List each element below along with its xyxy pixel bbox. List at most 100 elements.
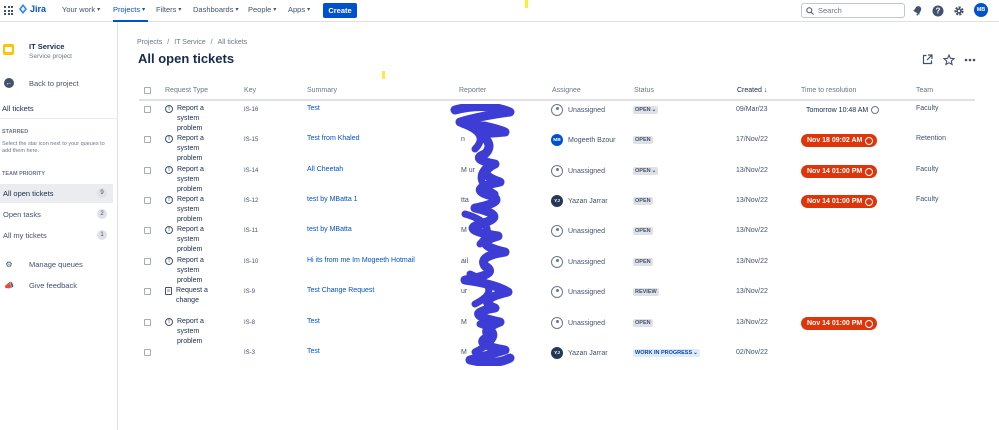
table-row[interactable]: ! Report a system problem IS-16 Test Unassig… <box>139 99 975 132</box>
manage-queues-link[interactable]: ⚙ Manage queues <box>0 257 118 272</box>
issue-key[interactable]: IS-11 <box>244 228 258 234</box>
queue-all-open-tickets[interactable]: All open tickets 9 <box>0 184 113 203</box>
nav-projects[interactable]: Projects ▾ <box>113 5 145 14</box>
queue-open-tasks[interactable]: Open tasks 2 <box>0 205 113 224</box>
assignee[interactable]: YJ Yazan Jarrar <box>551 195 608 207</box>
breadcrumb-projects[interactable]: Projects <box>137 39 162 46</box>
col-status[interactable]: Status <box>634 87 654 94</box>
status-badge[interactable]: OPEN <box>633 227 653 235</box>
assignee[interactable]: Unassigned <box>551 286 605 298</box>
col-time-to-resolution[interactable]: Time to resolution <box>801 87 856 94</box>
issue-summary-link[interactable]: Test <box>307 318 320 325</box>
row-checkbox[interactable] <box>144 197 151 204</box>
breadcrumb-it-service[interactable]: IT Service <box>174 39 205 46</box>
created-date: 13/Nov/22 <box>736 288 768 295</box>
nav-dashboards[interactable]: Dashboards ▾ <box>193 5 238 14</box>
back-to-project-link[interactable]: ← Back to project <box>0 75 118 91</box>
col-key[interactable]: Key <box>244 87 256 94</box>
table-row[interactable]: ! Report a system problem IS-15 Test from K… <box>139 129 975 162</box>
project-name[interactable]: IT Service <box>29 42 64 51</box>
row-checkbox[interactable] <box>144 258 151 265</box>
nav-your-work[interactable]: Your work ▾ <box>62 5 100 14</box>
col-created-label: Created <box>737 87 762 94</box>
notifications-icon[interactable] <box>911 4 924 17</box>
breadcrumb-all-tickets[interactable]: All tickets <box>218 39 248 46</box>
give-feedback-label: Give feedback <box>29 281 77 290</box>
give-feedback-link[interactable]: 📣 Give feedback <box>0 278 118 293</box>
issue-key[interactable]: IS-8 <box>244 320 255 326</box>
queue-all-my-tickets[interactable]: All my tickets 1 <box>0 226 113 245</box>
issue-summary-link[interactable]: Hi its from me Im Mogeeth Hotmail <box>307 257 415 264</box>
issue-key[interactable]: IS-3 <box>244 350 255 356</box>
table-row[interactable]: IS-3 Test M YJ Yazan Jarrar WORK IN PROGRESS ⌄… <box>139 342 975 372</box>
status-badge[interactable]: OPEN <box>633 136 653 144</box>
nav-filters[interactable]: Filters ▾ <box>156 5 181 14</box>
row-checkbox[interactable] <box>144 288 151 295</box>
status-badge[interactable]: OPEN <box>633 258 653 266</box>
table-row[interactable]: ! Report a system problem IS-14 All Cheetah… <box>139 160 975 193</box>
assignee[interactable]: Unassigned <box>551 225 605 237</box>
status-label: OPEN <box>635 228 651 234</box>
issue-summary-link[interactable]: Test from Khaled <box>307 135 360 142</box>
status-badge[interactable]: OPEN <box>633 319 653 327</box>
app-switcher-icon[interactable] <box>4 6 13 15</box>
table-row[interactable]: ! Report a system problem IS-12 test by MBa… <box>139 190 975 223</box>
table-row[interactable]: ! Report a system problem IS-8 Test M Unassig… <box>139 312 975 345</box>
col-summary[interactable]: Summary <box>307 87 337 94</box>
issue-key[interactable]: IS-12 <box>244 198 258 204</box>
nav-apps[interactable]: Apps ▾ <box>288 5 310 14</box>
issue-summary-link[interactable]: test by MBatta 1 <box>307 196 358 203</box>
issue-key[interactable]: IS-10 <box>244 259 258 265</box>
issue-summary-link[interactable]: Test <box>307 105 320 112</box>
status-badge[interactable]: WORK IN PROGRESS ⌄ <box>633 349 700 357</box>
col-reporter[interactable]: Reporter <box>459 87 486 94</box>
assignee[interactable]: Unassigned <box>551 165 605 177</box>
table-row[interactable]: ! Report a system problem IS-10 Hi its from… <box>139 251 975 284</box>
settings-gear-icon[interactable] <box>952 4 965 17</box>
status-badge[interactable]: OPEN ⌄ <box>633 167 659 175</box>
issue-summary-link[interactable]: All Cheetah <box>307 166 343 173</box>
open-external-icon[interactable] <box>921 53 934 66</box>
search-input[interactable]: Search <box>801 3 905 18</box>
issue-key[interactable]: IS-15 <box>244 137 258 143</box>
help-icon[interactable]: ? <box>931 4 944 17</box>
row-checkbox[interactable] <box>144 227 151 234</box>
svg-text:?: ? <box>935 6 940 15</box>
col-created[interactable]: Created ↓ <box>737 87 767 94</box>
more-actions-icon[interactable] <box>963 53 976 66</box>
row-checkbox[interactable] <box>144 167 151 174</box>
row-checkbox[interactable] <box>144 319 151 326</box>
col-request-type[interactable]: Request Type <box>165 87 208 94</box>
issue-key[interactable]: IS-14 <box>244 168 258 174</box>
user-avatar[interactable]: MB <box>974 3 988 17</box>
jira-logo[interactable]: Jira <box>19 4 46 14</box>
breadcrumb-separator: / <box>210 39 213 46</box>
row-checkbox[interactable] <box>144 106 151 113</box>
assignee[interactable]: Unassigned <box>551 104 605 116</box>
nav-people[interactable]: People ▾ <box>248 5 276 14</box>
issue-summary-link[interactable]: Test <box>307 348 320 355</box>
col-assignee[interactable]: Assignee <box>552 87 581 94</box>
col-team[interactable]: Team <box>916 87 933 94</box>
select-all-checkbox[interactable] <box>144 87 151 94</box>
row-checkbox[interactable] <box>144 349 151 356</box>
star-icon[interactable] <box>942 53 955 66</box>
assignee[interactable]: Unassigned <box>551 317 605 329</box>
status-badge[interactable]: REVIEW <box>633 288 659 296</box>
assignee[interactable]: Unassigned <box>551 256 605 268</box>
issue-key[interactable]: IS-9 <box>244 289 255 295</box>
unassigned-avatar-icon <box>551 165 563 177</box>
assignee[interactable]: MB Mogeeth Bzour <box>551 134 615 146</box>
issue-summary-link[interactable]: Test Change Request <box>307 287 374 294</box>
table-row[interactable]: ≡ Request a change IS-9 Test Change Request… <box>139 281 975 311</box>
table-row[interactable]: ! Report a system problem IS-11 test by MBa… <box>139 220 975 253</box>
status-badge[interactable]: OPEN <box>633 197 653 205</box>
assignee[interactable]: YJ Yazan Jarrar <box>551 347 608 359</box>
create-button[interactable]: Create <box>323 3 357 18</box>
issue-summary-link[interactable]: test by MBatta <box>307 226 352 233</box>
row-checkbox[interactable] <box>144 136 151 143</box>
project-type: Service project <box>29 53 72 60</box>
issue-key[interactable]: IS-16 <box>244 107 258 113</box>
status-badge[interactable]: OPEN ⌄ <box>633 106 659 114</box>
alert-icon: ! <box>165 166 173 174</box>
